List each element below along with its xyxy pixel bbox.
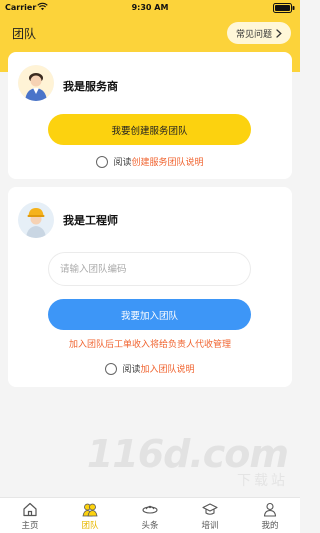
home-icon <box>23 502 37 517</box>
tab-home-label: 主页 <box>21 521 39 531</box>
tab-profile[interactable]: 我的 <box>240 498 300 533</box>
join-team-terms-link[interactable]: 加入团队说明 <box>141 362 195 375</box>
team-code-input[interactable] <box>48 252 251 286</box>
create-team-button[interactable]: 我要创建服务团队 <box>48 114 251 145</box>
engineer-agree-prefix: 阅读 <box>122 365 141 375</box>
chevron-right-icon <box>276 28 282 38</box>
tab-profile-label: 我的 <box>261 521 279 531</box>
tab-bar: 主页 团队 头条 培训 我的 <box>0 497 300 533</box>
tab-home[interactable]: 主页 <box>0 498 60 533</box>
faq-label: 常见问题 <box>235 29 272 40</box>
provider-agree-radio[interactable] <box>96 155 109 168</box>
provider-agree-prefix: 阅读 <box>113 158 132 168</box>
provider-avatar-icon <box>18 65 54 101</box>
provider-title: 我是服务商 <box>63 80 118 93</box>
provider-card: 我是服务商 我要创建服务团队 阅读 创建服务团队说明 <box>8 52 292 179</box>
tab-team[interactable]: 团队 <box>60 498 120 533</box>
status-time: 9:30 AM <box>131 3 169 12</box>
engineer-agree-row: 阅读 加入团队说明 <box>8 362 292 375</box>
battery-icon <box>273 3 295 13</box>
profile-icon <box>263 502 277 517</box>
income-notice: 加入团队后工单收入将给负责人代收管理 <box>68 340 231 350</box>
engineer-card: 我是工程师 我要加入团队 加入团队后工单收入将给负责人代收管理 阅读 加入团队说… <box>8 187 292 387</box>
page-title: 团队 <box>12 27 37 41</box>
create-team-terms-link[interactable]: 创建服务团队说明 <box>132 155 204 168</box>
headlines-icon <box>142 505 158 514</box>
tab-training-label: 培训 <box>201 521 219 531</box>
tab-team-label: 团队 <box>81 521 99 531</box>
status-bar: Carrier 9:30 AM <box>0 0 300 16</box>
join-team-button[interactable]: 我要加入团队 <box>48 299 251 330</box>
faq-button[interactable]: 常见问题 <box>227 22 291 44</box>
training-icon <box>202 503 218 515</box>
engineer-avatar <box>18 202 54 238</box>
tab-training[interactable]: 培训 <box>180 498 240 533</box>
team-icon <box>82 503 98 517</box>
engineer-title: 我是工程师 <box>63 214 118 227</box>
provider-avatar <box>18 65 54 101</box>
engineer-avatar-icon <box>18 202 54 238</box>
provider-agree-row: 阅读 创建服务团队说明 <box>8 155 292 168</box>
tab-headlines-label: 头条 <box>141 521 159 531</box>
watermark-sub: 下载站 <box>237 473 288 489</box>
engineer-agree-radio[interactable] <box>105 362 118 375</box>
tab-headlines[interactable]: 头条 <box>120 498 180 533</box>
